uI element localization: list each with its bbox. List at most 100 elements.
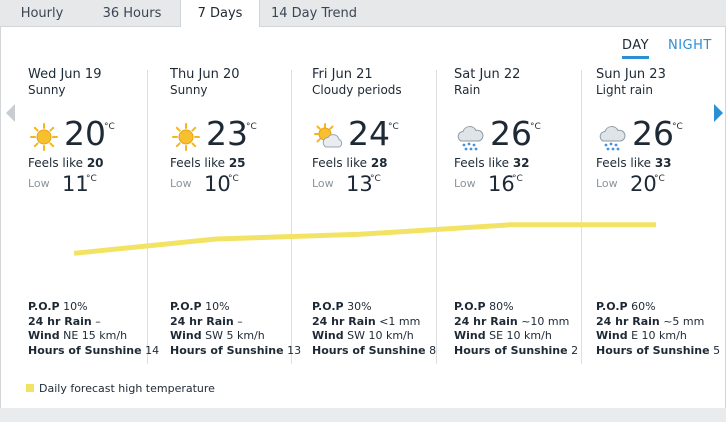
wind-value: SE 10 km/h (489, 329, 552, 342)
tab-hourly[interactable]: Hourly (0, 0, 84, 27)
wind-label: Wind (596, 329, 628, 342)
rain-label: 24 hr Rain (28, 314, 92, 328)
pop-label: P.O.P (596, 300, 628, 313)
tab-36-hours[interactable]: 36 Hours (84, 0, 180, 27)
bottom-bar (0, 408, 726, 422)
day-date: Sun Jun 23 (596, 67, 666, 82)
sunshine-label: Hours of Sunshine (454, 343, 568, 357)
high-temperature: 24 (348, 114, 390, 153)
high-temperature-unit: °C (388, 122, 399, 132)
rain-value: ~5 mm (663, 314, 705, 328)
high-temperature-trend-line (73, 222, 656, 256)
feels-like: Feels like 33 (596, 156, 672, 170)
day-condition: Sunny (170, 83, 208, 97)
low-temperature-unit: °C (228, 174, 239, 184)
day-details: P.O.P 10% 24 hr Rain – Wind NE 15 km/h H… (28, 300, 159, 358)
low-temperature: 16 (488, 172, 515, 196)
tab-7-days[interactable]: 7 Days (180, 0, 260, 28)
day-condition: Sunny (28, 83, 66, 97)
low-temperature: 11 (62, 172, 89, 196)
sunshine-row: Hours of Sunshine 2 (454, 344, 578, 359)
low-label: Low (596, 177, 618, 190)
high-temperature-trend-chart (73, 222, 656, 256)
feels-like-value: 33 (654, 156, 672, 170)
sunshine-value: 14 (145, 343, 160, 357)
feels-like-label: Feels like (454, 156, 509, 170)
feels-like: Feels like 25 (170, 156, 246, 170)
sunshine-label: Hours of Sunshine (170, 343, 284, 357)
low-temperature-unit: °C (370, 174, 381, 184)
high-temperature-unit: °C (672, 122, 683, 132)
wind-label: Wind (28, 329, 60, 342)
pop-value: 60% (631, 300, 656, 313)
feels-like-label: Feels like (28, 156, 83, 170)
day-condition: Light rain (596, 83, 653, 97)
day-date: Wed Jun 19 (28, 67, 102, 82)
low-label: Low (454, 177, 476, 190)
sun-cloud-icon (312, 121, 344, 153)
feels-like: Feels like 28 (312, 156, 388, 170)
rain-row: 24 hr Rain – (28, 315, 159, 330)
feels-like-label: Feels like (170, 156, 225, 170)
wind-value: E 10 km/h (631, 329, 687, 342)
rain-row: 24 hr Rain <1 mm (312, 315, 436, 330)
sunshine-label: Hours of Sunshine (28, 343, 142, 357)
wind-row: Wind SW 10 km/h (312, 329, 436, 344)
rain-cloud-icon (596, 121, 628, 153)
feels-like-label: Feels like (312, 156, 367, 170)
legend-label: Daily forecast high temperature (39, 382, 215, 395)
low-temperature-unit: °C (512, 174, 523, 184)
day-details: P.O.P 30% 24 hr Rain <1 mm Wind SW 10 km… (312, 300, 436, 358)
day-toggle[interactable]: DAY (622, 38, 650, 59)
feels-like-value: 28 (370, 156, 388, 170)
rain-label: 24 hr Rain (596, 314, 660, 328)
low-label: Low (312, 177, 334, 190)
sunshine-value: 2 (571, 343, 579, 357)
pop-row: P.O.P 80% (454, 300, 578, 315)
pop-row: P.O.P 60% (596, 300, 720, 315)
day-details: P.O.P 10% 24 hr Rain – Wind SW 5 km/h Ho… (170, 300, 301, 358)
feels-like: Feels like 32 (454, 156, 530, 170)
rain-label: 24 hr Rain (170, 314, 234, 328)
wind-row: Wind SE 10 km/h (454, 329, 578, 344)
pop-label: P.O.P (312, 300, 344, 313)
day-date: Sat Jun 22 (454, 67, 521, 82)
low-temperature: 10 (204, 172, 231, 196)
rain-row: 24 hr Rain ~10 mm (454, 315, 578, 330)
day-condition: Rain (454, 83, 481, 97)
high-temperature-unit: °C (104, 122, 115, 132)
pop-value: 10% (63, 300, 88, 313)
high-temperature: 26 (490, 114, 532, 153)
high-temperature-unit: °C (530, 122, 541, 132)
day-details: P.O.P 60% 24 hr Rain ~5 mm Wind E 10 km/… (596, 300, 720, 358)
wind-value: NE 15 km/h (63, 329, 128, 342)
low-label: Low (170, 177, 192, 190)
high-temperature-unit: °C (246, 122, 257, 132)
rain-label: 24 hr Rain (454, 314, 518, 328)
pop-row: P.O.P 30% (312, 300, 436, 315)
weather-forecast-widget: Hourly 36 Hours 7 Days 14 Day Trend DAY … (0, 0, 726, 422)
wind-value: SW 10 km/h (347, 329, 414, 342)
low-label: Low (28, 177, 50, 190)
tab-bar: Hourly 36 Hours 7 Days 14 Day Trend (0, 0, 726, 28)
sunshine-row: Hours of Sunshine 8 (312, 344, 436, 359)
tab-14-day-trend[interactable]: 14 Day Trend (260, 0, 368, 27)
night-toggle[interactable]: NIGHT (668, 38, 712, 53)
pop-value: 80% (489, 300, 514, 313)
sunshine-value: 5 (713, 343, 721, 357)
feels-like-value: 25 (228, 156, 246, 170)
day-details: P.O.P 80% 24 hr Rain ~10 mm Wind SE 10 k… (454, 300, 578, 358)
high-temperature: 23 (206, 114, 248, 153)
previous-arrow-icon[interactable] (6, 104, 15, 122)
wind-value: SW 5 km/h (205, 329, 265, 342)
low-temperature: 20 (630, 172, 657, 196)
sunshine-row: Hours of Sunshine 5 (596, 344, 720, 359)
rain-row: 24 hr Rain ~5 mm (596, 315, 720, 330)
rain-label: 24 hr Rain (312, 314, 376, 328)
wind-row: Wind SW 5 km/h (170, 329, 301, 344)
low-temperature-unit: °C (654, 174, 665, 184)
pop-row: P.O.P 10% (28, 300, 159, 315)
feels-like-value: 32 (512, 156, 530, 170)
feels-like-value: 20 (86, 156, 104, 170)
high-temperature: 26 (632, 114, 674, 153)
